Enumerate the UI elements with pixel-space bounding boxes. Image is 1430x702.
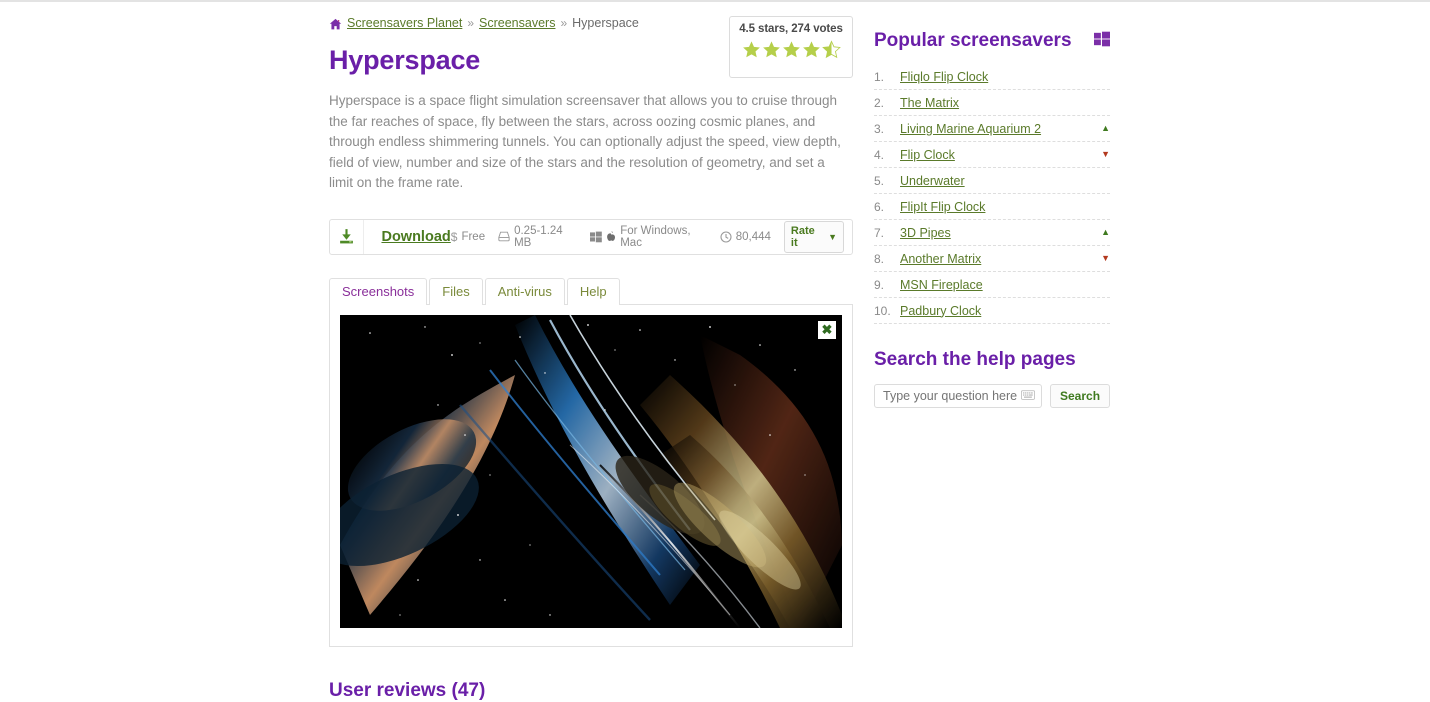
- rate-it-label: Rate it: [790, 224, 815, 249]
- star-icon-4: [802, 41, 820, 58]
- list-item[interactable]: 3. Living Marine Aquarium 2 ▲: [874, 116, 1110, 142]
- page-description: Hyperspace is a space flight simulation …: [329, 93, 841, 190]
- home-icon[interactable]: [329, 18, 342, 31]
- downloads-meta: 80,444: [720, 231, 771, 243]
- list-item[interactable]: 5. Underwater: [874, 168, 1110, 194]
- sidebar-item-the-matrix[interactable]: The Matrix: [900, 96, 959, 110]
- downloads-value: 80,444: [735, 230, 771, 243]
- popular-header: Popular screensavers: [874, 30, 1110, 52]
- download-link[interactable]: Download: [381, 229, 450, 245]
- breadcrumb-separator-1: »: [467, 16, 475, 30]
- sidebar-item-living-marine-aquarium-2[interactable]: Living Marine Aquarium 2: [900, 122, 1041, 136]
- star-icon-3: [782, 41, 800, 58]
- apple-icon: [606, 230, 616, 243]
- search-input[interactable]: [881, 388, 1021, 404]
- rank: 8.: [874, 251, 885, 266]
- rate-it-dropdown[interactable]: Rate it ▼: [783, 220, 844, 253]
- tab-anti-virus[interactable]: Anti-virus: [484, 277, 565, 305]
- rank: 5.: [874, 173, 885, 188]
- tab-files[interactable]: Files: [429, 277, 483, 305]
- popular-title: Popular screensavers: [874, 30, 1072, 51]
- clock-icon: [720, 230, 732, 243]
- sidebar-item-flipit-flip-clock[interactable]: FlipIt Flip Clock: [900, 200, 985, 214]
- size-value: 0.25-1.24 MB: [514, 224, 563, 249]
- rank: 3.: [874, 121, 885, 136]
- rating-badge: 4.5 stars, 274 votes: [729, 16, 853, 78]
- star-icon-1: [742, 41, 760, 58]
- tab-screenshots[interactable]: Screenshots: [329, 277, 428, 305]
- sidebar-item-fliqlo-flip-clock[interactable]: Fliqlo Flip Clock: [900, 70, 988, 84]
- disk-icon: [498, 231, 510, 242]
- screenshot-image[interactable]: ✖: [340, 314, 842, 628]
- list-item[interactable]: 4. Flip Clock ▼: [874, 142, 1110, 168]
- sidebar-item-3d-pipes[interactable]: 3D Pipes: [900, 226, 951, 240]
- windows-icon: [1094, 31, 1110, 52]
- breadcrumb-link-home[interactable]: Screensavers Planet: [347, 15, 462, 31]
- sidebar: Popular screensavers 1. Fliqlo Flip Cloc…: [874, 30, 1111, 408]
- search-row: Search: [874, 384, 1111, 408]
- sidebar-item-padbury-clock[interactable]: Padbury Clock: [900, 304, 981, 318]
- download-icon[interactable]: [330, 219, 365, 254]
- trend-up-icon: ▲: [1101, 123, 1110, 133]
- list-item[interactable]: 1. Fliqlo Flip Clock: [874, 64, 1110, 90]
- search-field-wrapper[interactable]: [874, 384, 1042, 408]
- breadcrumb-current: Hyperspace: [572, 16, 639, 30]
- dollar-icon: $: [450, 229, 458, 244]
- star-icon-2: [762, 41, 780, 58]
- search-button[interactable]: Search: [1050, 384, 1111, 408]
- list-item[interactable]: 2. The Matrix: [874, 90, 1110, 116]
- chevron-down-icon: ▼: [828, 231, 837, 242]
- download-metadata: $ Free 0.25-1.24 MB For Windows, Mac 80,…: [451, 220, 852, 253]
- price-value: Free: [461, 230, 486, 243]
- rank: 1.: [874, 69, 885, 84]
- search-help-title: Search the help pages: [874, 349, 1076, 370]
- windows-icon: [590, 231, 603, 243]
- star-icon-5-half: [821, 40, 841, 59]
- trend-down-icon: ▼: [1101, 253, 1110, 263]
- trend-up-icon: ▲: [1101, 227, 1110, 237]
- breadcrumb-separator-2: »: [560, 16, 568, 30]
- list-item[interactable]: 7. 3D Pipes ▲: [874, 220, 1110, 246]
- rank: 2.: [874, 95, 885, 110]
- user-reviews-heading: User reviews (47): [329, 679, 486, 701]
- page-root: Screensavers Planet » Screensavers » Hyp…: [0, 0, 1430, 701]
- rank: 9.: [874, 277, 885, 292]
- rank: 7.: [874, 225, 885, 240]
- screenshot-panel: ✖: [329, 303, 853, 647]
- rank: 6.: [874, 199, 885, 214]
- rank: 4.: [874, 147, 885, 162]
- rating-summary: 4.5 stars, 274 votes: [739, 23, 843, 35]
- price-meta: $ Free: [451, 230, 485, 244]
- list-item[interactable]: 6. FlipIt Flip Clock: [874, 194, 1110, 220]
- rank: 10.: [874, 303, 891, 318]
- list-item[interactable]: 9. MSN Fireplace: [874, 272, 1110, 298]
- tab-bar: Screenshots Files Anti-virus Help: [329, 277, 853, 305]
- sidebar-item-underwater[interactable]: Underwater: [900, 174, 965, 188]
- size-meta: 0.25-1.24 MB: [498, 225, 577, 249]
- list-item[interactable]: 10. Padbury Clock: [874, 298, 1110, 324]
- list-item[interactable]: 8. Another Matrix ▼: [874, 246, 1110, 272]
- platform-value: For Windows, Mac: [620, 224, 691, 249]
- breadcrumb-link-screensavers[interactable]: Screensavers: [479, 15, 555, 31]
- close-icon[interactable]: ✖: [818, 320, 836, 339]
- sidebar-item-msn-fireplace[interactable]: MSN Fireplace: [900, 278, 983, 292]
- download-bar: Download $ Free 0.25-1.24 MB For Windows…: [329, 218, 853, 255]
- keyboard-icon[interactable]: [1021, 389, 1035, 403]
- tab-help[interactable]: Help: [566, 277, 620, 305]
- star-rating: [730, 40, 852, 59]
- popular-screensavers-list: 1. Fliqlo Flip Clock 2. The Matrix 3. Li…: [874, 64, 1110, 324]
- trend-down-icon: ▼: [1101, 149, 1110, 159]
- platform-meta: For Windows, Mac: [590, 225, 707, 249]
- main-column: Screensavers Planet » Screensavers » Hyp…: [329, 14, 853, 702]
- sidebar-item-another-matrix[interactable]: Another Matrix: [900, 252, 981, 266]
- sidebar-item-flip-clock[interactable]: Flip Clock: [900, 148, 955, 162]
